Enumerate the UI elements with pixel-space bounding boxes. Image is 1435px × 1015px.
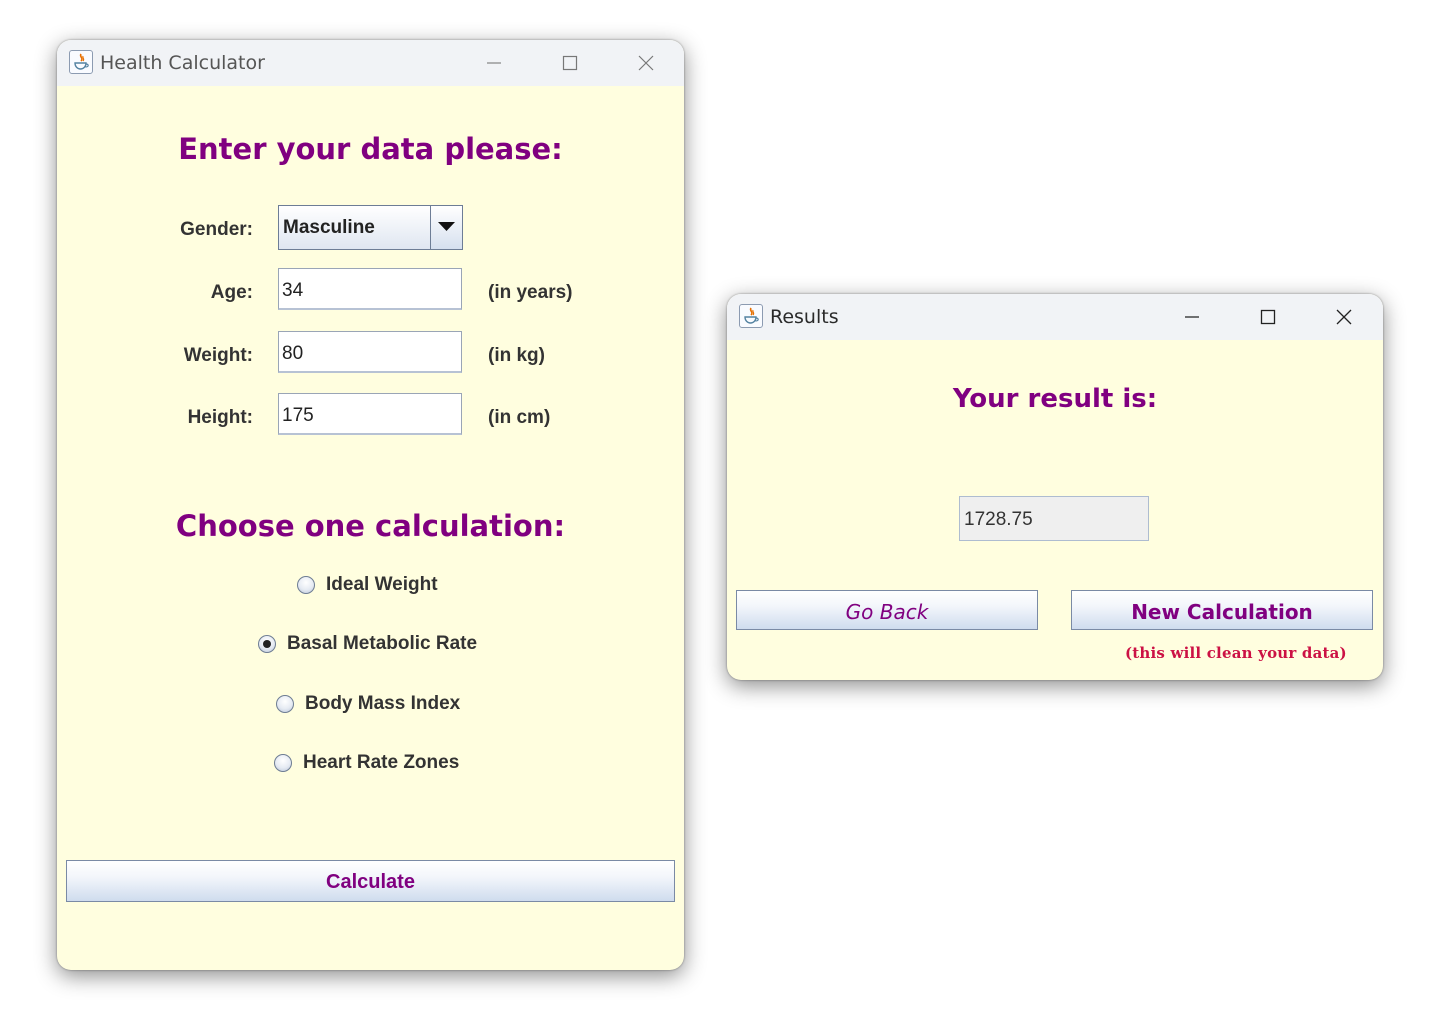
result-heading: Your result is: bbox=[952, 384, 1158, 414]
java-app-icon bbox=[739, 304, 763, 328]
close-button[interactable] bbox=[631, 50, 661, 76]
gender-label: Gender: bbox=[180, 219, 253, 240]
maximize-icon bbox=[562, 55, 578, 71]
height-unit: (in cm) bbox=[488, 407, 551, 428]
minimize-button[interactable] bbox=[1177, 304, 1207, 330]
title-bar[interactable]: Results bbox=[727, 294, 1383, 340]
maximize-icon bbox=[1260, 309, 1276, 325]
radio-button[interactable] bbox=[276, 695, 294, 713]
weight-unit: (in kg) bbox=[488, 345, 545, 366]
gender-value: Masculine bbox=[283, 217, 375, 238]
java-app-icon bbox=[69, 50, 93, 74]
health-calculator-window: Health Calculator Enter your data please… bbox=[57, 40, 684, 970]
window-title: Results bbox=[770, 306, 839, 328]
radio-label: Ideal Weight bbox=[326, 574, 438, 595]
weight-input[interactable]: 80 bbox=[278, 331, 462, 373]
age-input[interactable]: 34 bbox=[278, 268, 462, 310]
radio-ideal-weight[interactable]: Ideal Weight bbox=[297, 573, 438, 597]
calculation-heading: Choose one calculation: bbox=[175, 509, 566, 543]
maximize-button[interactable] bbox=[555, 50, 585, 76]
height-input[interactable]: 175 bbox=[278, 393, 462, 435]
weight-label: Weight: bbox=[183, 345, 253, 366]
radio-label: Basal Metabolic Rate bbox=[287, 633, 478, 654]
height-label: Height: bbox=[187, 407, 253, 428]
result-value-field: 1728.75 bbox=[959, 496, 1149, 541]
age-unit: (in years) bbox=[488, 282, 573, 303]
dropdown-arrow-icon bbox=[438, 222, 455, 231]
radio-heart-rate-zones[interactable]: Heart Rate Zones bbox=[274, 751, 459, 775]
dropdown-arrow-button[interactable] bbox=[430, 206, 462, 249]
radio-label: Body Mass Index bbox=[305, 693, 461, 714]
minimize-icon bbox=[1185, 316, 1199, 318]
gender-dropdown[interactable]: Masculine bbox=[278, 205, 463, 250]
maximize-button[interactable] bbox=[1253, 304, 1283, 330]
go-back-button[interactable]: Go Back bbox=[736, 590, 1038, 630]
close-icon bbox=[638, 55, 654, 71]
radio-basal-metabolic-rate[interactable]: Basal Metabolic Rate bbox=[258, 632, 477, 656]
age-label: Age: bbox=[210, 282, 253, 303]
new-calculation-button[interactable]: New Calculation bbox=[1071, 590, 1373, 630]
clean-data-note: (this will clean your data) bbox=[1125, 644, 1347, 662]
close-button[interactable] bbox=[1329, 304, 1359, 330]
radio-label: Heart Rate Zones bbox=[303, 752, 460, 773]
radio-button[interactable] bbox=[274, 754, 292, 772]
calculate-button[interactable]: Calculate bbox=[66, 860, 675, 902]
results-window: Results Your result is: 1728.75 Go Back … bbox=[727, 294, 1383, 680]
title-bar[interactable]: Health Calculator bbox=[57, 40, 684, 86]
radio-button-selected[interactable] bbox=[258, 635, 276, 653]
minimize-button[interactable] bbox=[479, 50, 509, 76]
radio-body-mass-index[interactable]: Body Mass Index bbox=[276, 692, 460, 716]
close-icon bbox=[1336, 309, 1352, 325]
radio-button[interactable] bbox=[297, 576, 315, 594]
minimize-icon bbox=[487, 62, 501, 64]
window-title: Health Calculator bbox=[100, 52, 265, 74]
data-heading: Enter your data please: bbox=[178, 132, 563, 166]
